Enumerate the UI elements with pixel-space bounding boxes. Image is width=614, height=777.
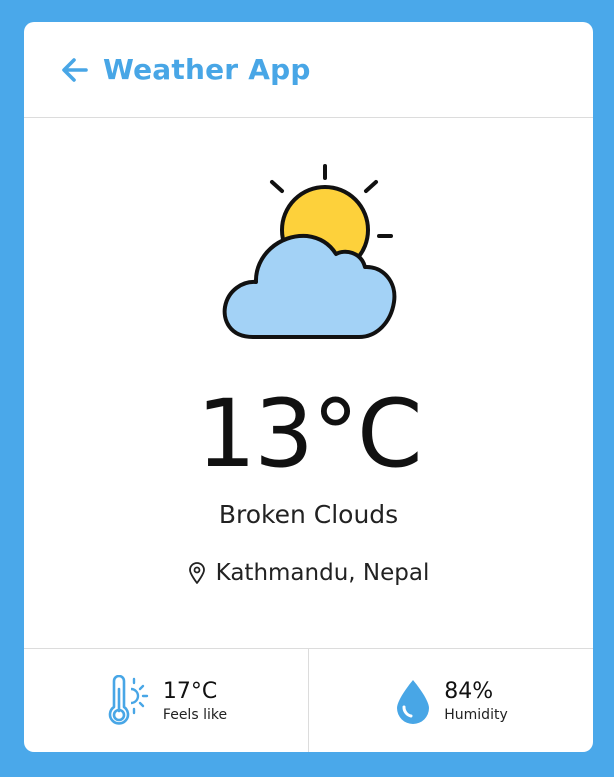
arrow-left-icon [62,57,88,82]
humidity-value: 84% [444,679,494,704]
weather-card: Weather App 13°C Broken Clouds Kathmandu… [24,22,593,752]
feels-like-stat: 17°C Feels like [24,649,308,752]
feels-like-value: 17°C [162,679,218,704]
location-text: Kathmandu, Nepal [215,560,430,586]
current-weather: 13°C Broken Clouds Kathmandu, Nepal [24,118,593,648]
partly-cloudy-icon [222,164,397,339]
back-button[interactable] [57,52,93,88]
feels-like-label: Feels like [162,707,228,723]
weather-description: Broken Clouds [218,500,399,529]
location: Kathmandu, Nepal [24,560,593,586]
humidity-label: Humidity [444,707,508,723]
weather-stats: 17°C Feels like 84% Humidity [24,648,593,752]
header: Weather App [24,22,593,118]
temperature: 13°C [196,380,422,489]
page-title: Weather App [103,53,311,86]
thermometer-icon [108,675,149,725]
location-pin-icon [188,562,205,584]
humidity-stat: 84% Humidity [308,649,593,752]
water-drop-icon [397,680,430,724]
